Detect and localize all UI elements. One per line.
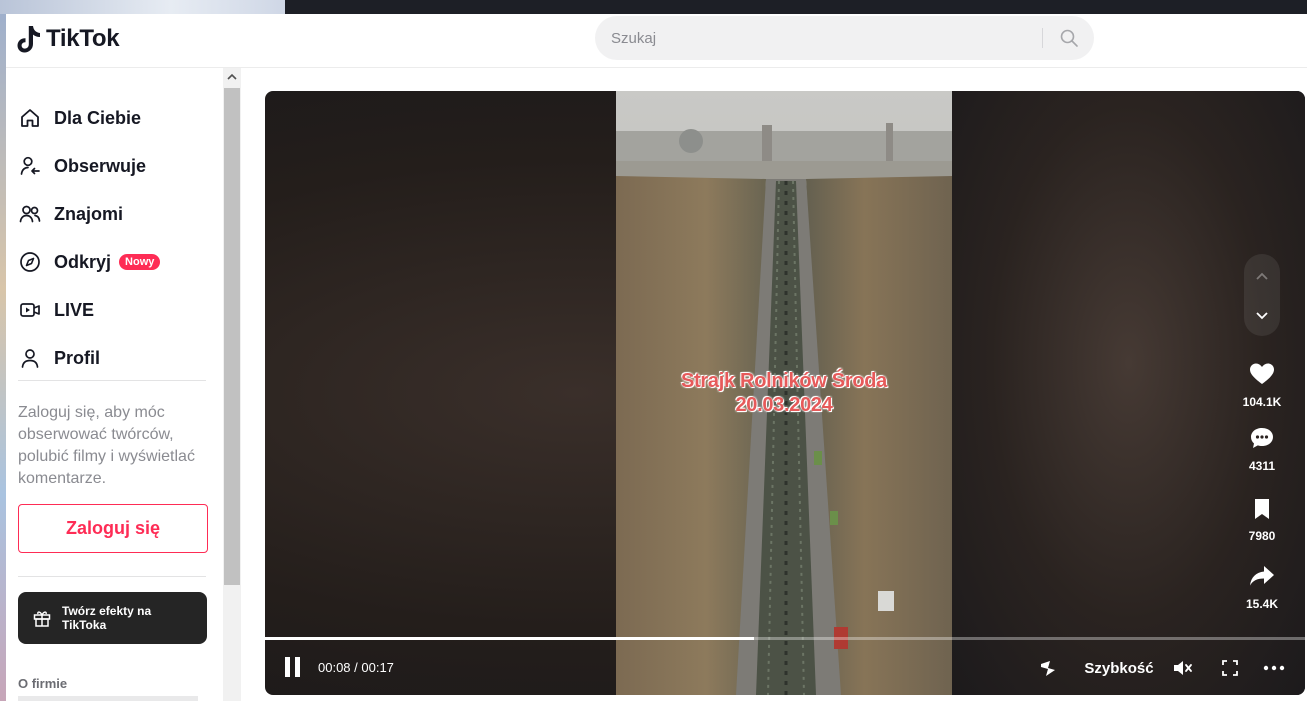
sidebar-item-label: Odkryj: [54, 251, 112, 272]
sidebar-item-label: Dla Ciebie: [54, 107, 142, 128]
scroll-up-arrow[interactable]: [223, 68, 241, 86]
sidebar-divider: [18, 380, 206, 381]
video-frame[interactable]: Strajk Rolników Środa 20.03.2024: [616, 91, 952, 695]
search-input[interactable]: [611, 16, 1031, 60]
pause-button[interactable]: [285, 657, 309, 679]
sidebar-item-label: Profil: [54, 347, 101, 368]
fullscreen-icon: [1222, 660, 1238, 676]
search-bar: [595, 16, 1094, 60]
sidebar-item-label: LIVE: [54, 299, 95, 320]
home-icon: [18, 106, 42, 130]
live-icon: [18, 298, 42, 322]
company-link[interactable]: O firmie: [18, 676, 67, 691]
floating-player-icon: [1041, 661, 1055, 676]
window-top-tint: [0, 0, 285, 14]
sidebar-item-profile[interactable]: Profil: [18, 334, 208, 382]
scrollbar-thumb[interactable]: [224, 88, 240, 585]
mute-button[interactable]: [1168, 655, 1198, 681]
share-button[interactable]: 15.4K: [1238, 564, 1286, 611]
header: TikTok: [6, 14, 1307, 68]
save-button[interactable]: 7980: [1238, 498, 1286, 543]
bookmark-icon: [1255, 499, 1269, 519]
search-icon: [1060, 29, 1078, 47]
muted-speaker-icon: [1174, 661, 1192, 675]
sidebar-divider: [18, 576, 206, 577]
like-button[interactable]: 104.1K: [1238, 362, 1286, 409]
like-count: 104.1K: [1242, 395, 1282, 409]
sidebar-item-label: Obserwuje: [54, 155, 147, 176]
floating-player-button[interactable]: [1035, 655, 1061, 681]
tiktok-note-icon: [17, 26, 40, 53]
chevron-down-icon: [1256, 311, 1268, 319]
video-caption-overlay: Strajk Rolników Środa 20.03.2024: [616, 369, 952, 417]
sidebar-nav: Dla Ciebie Obserwuje Znajomi Odkryj Nowy…: [18, 94, 208, 382]
share-arrow-icon: [1250, 566, 1274, 586]
video-nav-pill: [1244, 254, 1280, 336]
sidebar-item-following[interactable]: Obserwuje: [18, 142, 208, 190]
gift-icon: [33, 611, 51, 627]
previous-video-button[interactable]: [1244, 258, 1280, 294]
friends-icon: [18, 202, 42, 226]
pause-bar-icon: [295, 657, 300, 677]
chevron-up-icon: [1256, 272, 1268, 280]
sidebar-item-label: Znajomi: [54, 203, 124, 224]
search-button[interactable]: [1047, 16, 1091, 60]
save-count: 7980: [1248, 529, 1276, 543]
comment-button[interactable]: 4311: [1238, 426, 1286, 473]
footer-links-cutoff: [18, 696, 198, 701]
sidebar-scrollbar[interactable]: [223, 68, 241, 701]
search-divider: [1042, 28, 1043, 48]
video-time: 00:08 / 00:17: [318, 660, 394, 675]
fullscreen-button[interactable]: [1217, 655, 1243, 681]
video-progress-bar[interactable]: [265, 637, 1305, 640]
comment-count: 4311: [1248, 459, 1276, 473]
video-controls: 00:08 / 00:17 Szybkość: [265, 643, 1305, 695]
create-effects-label: Twórz efekty na TikToka: [62, 604, 152, 632]
caption-line-1: Strajk Rolników Środa: [681, 370, 887, 392]
more-options-button[interactable]: [1259, 655, 1289, 681]
share-count: 15.4K: [1245, 597, 1279, 611]
next-video-button[interactable]: [1244, 297, 1280, 333]
profile-icon: [18, 346, 42, 370]
speed-button[interactable]: Szybkość: [1079, 655, 1159, 681]
sidebar-item-explore[interactable]: Odkryj Nowy: [18, 238, 208, 286]
create-effects-button[interactable]: Twórz efekty na TikToka: [18, 592, 207, 644]
window-top-strip: [0, 0, 1307, 14]
tiktok-app: TikTok Dla Ciebie: [6, 14, 1307, 701]
sidebar-item-for-you[interactable]: Dla Ciebie: [18, 94, 208, 142]
login-button[interactable]: Zaloguj się: [18, 504, 208, 553]
heart-icon: [1250, 363, 1274, 384]
new-badge: Nowy: [119, 254, 161, 270]
login-hint-text: Zaloguj się, aby móc obserwować twórców,…: [18, 404, 195, 487]
video-progress-fill: [265, 637, 754, 640]
sidebar: Dla Ciebie Obserwuje Znajomi Odkryj Nowy…: [6, 68, 241, 701]
sidebar-item-live[interactable]: LIVE: [18, 286, 208, 334]
more-dots-icon: [1263, 665, 1285, 671]
following-icon: [18, 154, 42, 178]
video-player[interactable]: Strajk Rolników Środa 20.03.2024 00:08 /…: [265, 91, 1305, 695]
tiktok-wordmark: TikTok: [46, 25, 120, 52]
comment-icon: [1251, 428, 1273, 448]
pause-bar-icon: [285, 657, 290, 677]
tiktok-logo[interactable]: TikTok: [16, 24, 120, 54]
compass-icon: [18, 250, 42, 274]
sidebar-item-friends[interactable]: Znajomi: [18, 190, 208, 238]
caption-line-2: 20.03.2024: [735, 394, 833, 416]
